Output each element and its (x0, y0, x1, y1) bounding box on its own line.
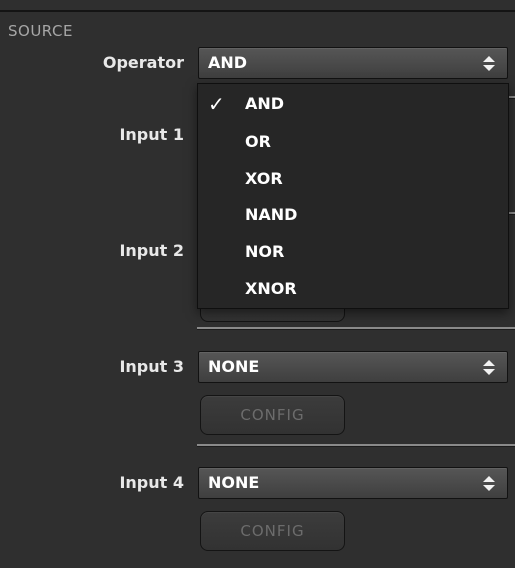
up-down-arrows-icon (483, 360, 495, 375)
dropdown-option-label: XNOR (245, 279, 297, 298)
input-4-label: Input 4 (119, 473, 184, 492)
dropdown-option-xnor[interactable]: XNOR (198, 271, 508, 307)
up-down-arrows-icon (483, 476, 495, 491)
operator-label: Operator (102, 53, 184, 72)
source-panel: SOURCE Operator AND Input 1 Input 2 Inpu… (0, 0, 515, 568)
dropdown-option-nand[interactable]: NAND (198, 197, 508, 233)
dropdown-option-label: AND (245, 94, 285, 113)
input-3-config-button[interactable]: CONFIG (200, 395, 345, 435)
dropdown-option-or[interactable]: OR (198, 124, 508, 160)
operator-select-value: AND (208, 53, 248, 72)
divider-input-3 (197, 327, 515, 330)
operator-select[interactable]: AND (198, 47, 508, 79)
up-down-arrows-icon (483, 56, 495, 71)
dropdown-option-and[interactable]: ✓ AND (198, 86, 508, 122)
dropdown-option-nor[interactable]: NOR (198, 234, 508, 270)
input-4-select[interactable]: NONE (198, 467, 508, 499)
dropdown-option-label: NAND (245, 205, 298, 224)
section-title: SOURCE (8, 22, 73, 40)
divider-input-4 (197, 444, 515, 447)
input-2-label: Input 2 (119, 241, 184, 260)
dropdown-option-label: XOR (245, 169, 283, 188)
input-1-label: Input 1 (119, 125, 184, 144)
operator-dropdown-menu: ✓ AND OR XOR NAND NOR XNOR (197, 83, 509, 309)
checkmark-icon: ✓ (208, 92, 225, 116)
input-3-label: Input 3 (119, 357, 184, 376)
top-divider (0, 10, 515, 12)
input-4-select-value: NONE (208, 473, 260, 492)
input-4-config-button[interactable]: CONFIG (200, 511, 345, 551)
dropdown-option-xor[interactable]: XOR (198, 161, 508, 197)
dropdown-option-label: NOR (245, 242, 285, 261)
dropdown-option-label: OR (245, 132, 271, 151)
input-3-select[interactable]: NONE (198, 351, 508, 383)
input-3-select-value: NONE (208, 357, 260, 376)
